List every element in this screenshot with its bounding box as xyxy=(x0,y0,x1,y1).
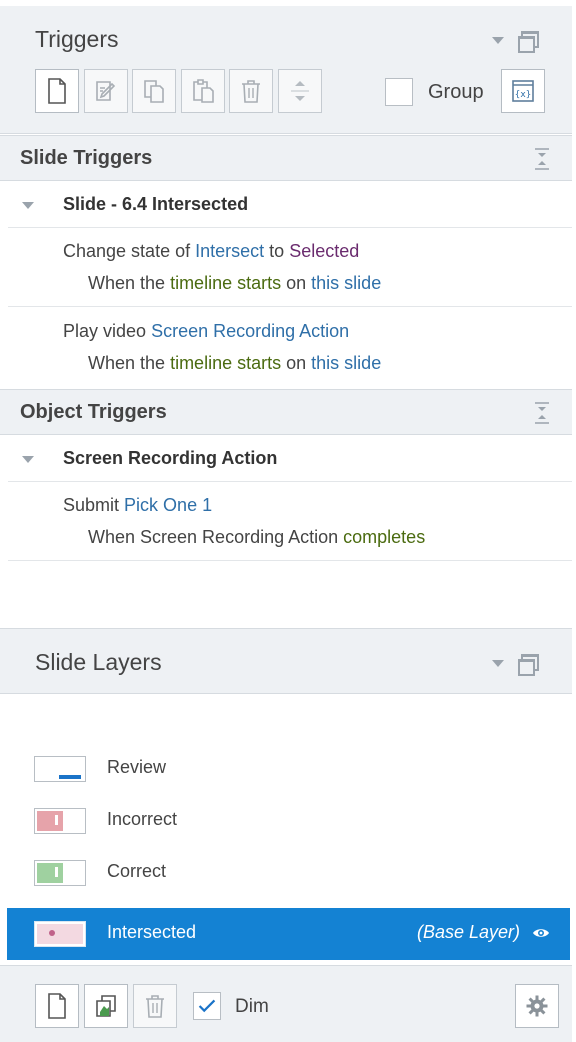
variables-icon: {x} xyxy=(512,80,534,102)
delete-layer-button[interactable] xyxy=(133,984,177,1028)
new-layer-button[interactable] xyxy=(35,984,79,1028)
float-panel-icon[interactable] xyxy=(518,654,539,676)
paste-icon xyxy=(193,79,214,103)
dim-label: Dim xyxy=(235,996,269,1017)
trash-icon xyxy=(242,80,260,103)
slide-layers-header: Slide Layers xyxy=(0,628,572,694)
layer-thumbnail xyxy=(34,921,86,947)
slide-trigger-group[interactable]: Slide - 6.4 Intersected xyxy=(8,182,572,228)
variables-button[interactable]: {x} xyxy=(501,69,545,113)
trigger-target-link[interactable]: Intersect xyxy=(195,241,264,261)
layer-name: Intersected xyxy=(107,922,197,942)
new-layer-icon xyxy=(48,993,66,1019)
triggers-window-controls xyxy=(492,31,539,53)
svg-text:{x}: {x} xyxy=(515,90,532,100)
trigger-target-link[interactable]: Pick One 1 xyxy=(124,495,212,515)
dim-checkbox[interactable] xyxy=(193,992,221,1020)
layer-row[interactable]: Review xyxy=(0,743,572,795)
object-trigger-group[interactable]: Screen Recording Action xyxy=(8,436,572,482)
move-trigger-button[interactable] xyxy=(278,69,322,113)
layers-toolbar: Dim xyxy=(0,965,572,1042)
eye-icon[interactable] xyxy=(532,927,550,939)
slide-group-title: Slide - 6.4 Intersected xyxy=(63,194,249,214)
slide-layers-title: Slide Layers xyxy=(35,649,162,675)
edit-trigger-icon xyxy=(96,81,116,101)
trigger-item[interactable]: Submit Pick One 1 When Screen Recording … xyxy=(8,482,572,561)
duplicate-layer-icon xyxy=(96,995,116,1017)
group-checkbox[interactable] xyxy=(385,78,413,106)
slide-triggers-title: Slide Triggers xyxy=(20,147,153,169)
object-triggers-title: Object Triggers xyxy=(20,401,167,423)
trigger-on: on xyxy=(286,353,307,373)
trigger-action: Submit xyxy=(63,495,120,515)
new-trigger-button[interactable] xyxy=(35,69,79,113)
trigger-when: When the xyxy=(88,273,166,293)
layer-thumbnail xyxy=(34,756,86,782)
gear-icon xyxy=(526,995,548,1017)
trigger-object-link[interactable]: this slide xyxy=(311,273,381,293)
triggers-panel-header: Triggers Group {x} xyxy=(0,6,572,134)
paste-trigger-button[interactable] xyxy=(181,69,225,113)
layer-thumbnail xyxy=(34,860,86,886)
slide-triggers-header[interactable]: Slide Triggers xyxy=(0,135,572,181)
trigger-object-link[interactable]: this slide xyxy=(311,353,381,373)
layer-thumbnail xyxy=(34,808,86,834)
collapse-all-icon[interactable] xyxy=(534,148,550,170)
layer-name: Review xyxy=(107,757,167,777)
duplicate-layer-button[interactable] xyxy=(84,984,128,1028)
float-panel-icon[interactable] xyxy=(518,31,539,53)
layer-name: Incorrect xyxy=(107,809,178,829)
trigger-when: When the xyxy=(88,353,166,373)
up-down-arrows-icon xyxy=(291,81,309,101)
collapse-all-icon[interactable] xyxy=(534,402,550,424)
expand-caret-icon[interactable] xyxy=(22,456,34,463)
trigger-item[interactable]: Play video Screen Recording Action When … xyxy=(8,308,572,388)
layer-row[interactable]: Incorrect xyxy=(0,795,572,847)
trigger-on: on xyxy=(286,273,307,293)
copy-icon xyxy=(144,80,164,103)
layer-row-selected[interactable]: Intersected (Base Layer) xyxy=(7,908,570,960)
delete-trigger-button[interactable] xyxy=(229,69,273,113)
trigger-target-link[interactable]: Screen Recording Action xyxy=(151,321,349,341)
trigger-action: Change state of xyxy=(63,241,191,261)
checkmark-icon xyxy=(198,999,216,1013)
trigger-item[interactable]: Change state of Intersect to Selected Wh… xyxy=(8,228,572,307)
group-label: Group xyxy=(428,81,484,103)
panel-menu-caret-icon[interactable] xyxy=(492,659,504,667)
trigger-state-link[interactable]: Selected xyxy=(289,241,359,261)
panel-menu-caret-icon[interactable] xyxy=(492,36,504,44)
trigger-connector: to xyxy=(269,241,285,261)
base-layer-tag: (Base Layer) xyxy=(416,922,520,942)
trigger-event-link[interactable]: timeline starts xyxy=(170,353,281,373)
object-triggers-header[interactable]: Object Triggers xyxy=(0,389,572,435)
triggers-panel-title: Triggers xyxy=(35,26,119,52)
layer-row[interactable]: Correct xyxy=(0,847,572,899)
trigger-action: Play video xyxy=(63,321,147,341)
edit-trigger-button[interactable] xyxy=(84,69,128,113)
expand-caret-icon[interactable] xyxy=(22,202,34,209)
layer-name: Correct xyxy=(107,861,167,881)
new-trigger-icon xyxy=(48,78,66,104)
trigger-event-link[interactable]: completes xyxy=(343,527,425,547)
layer-settings-button[interactable] xyxy=(515,984,559,1028)
trigger-event-link[interactable]: timeline starts xyxy=(170,273,281,293)
object-group-title: Screen Recording Action xyxy=(63,448,278,468)
trigger-when: When Screen Recording Action xyxy=(88,527,339,547)
copy-trigger-button[interactable] xyxy=(132,69,176,113)
layers-window-controls xyxy=(492,654,539,676)
trash-icon xyxy=(146,995,164,1018)
